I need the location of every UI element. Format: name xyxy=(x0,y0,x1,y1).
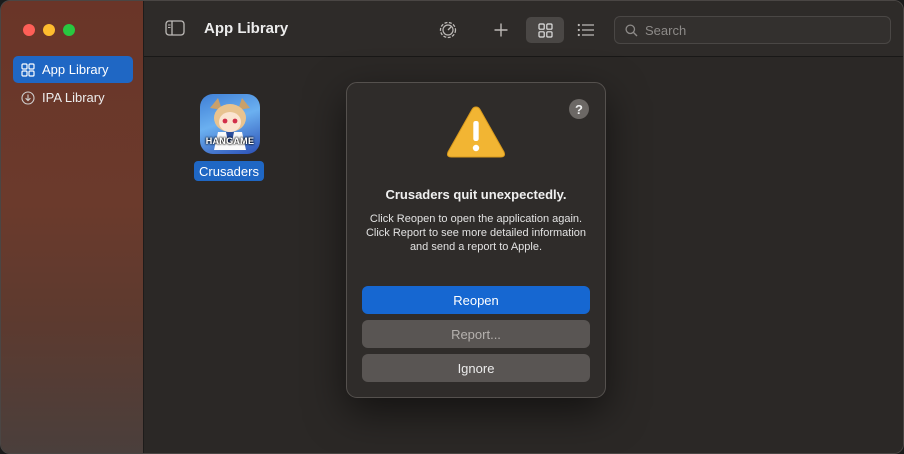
grid-icon xyxy=(21,62,35,77)
download-circle-icon xyxy=(21,90,35,105)
grid-view-button[interactable] xyxy=(526,17,564,43)
sidebar-item-label: IPA Library xyxy=(42,90,105,105)
page-title: App Library xyxy=(204,20,289,37)
dialog-message: Click Reopen to open the application aga… xyxy=(365,213,587,253)
app-icon-crusaders[interactable]: HANGAME xyxy=(200,94,260,154)
reopen-button[interactable]: Reopen xyxy=(362,286,590,314)
add-button[interactable] xyxy=(482,17,520,43)
app-window: App Library IPA Library App Library Sear… xyxy=(0,0,904,454)
ignore-button[interactable]: Ignore xyxy=(362,354,590,382)
window-controls xyxy=(23,24,75,36)
close-window-button[interactable] xyxy=(23,24,35,36)
search-input[interactable]: Search xyxy=(614,16,891,44)
sidebar-item-ipa-library[interactable]: IPA Library xyxy=(13,84,133,111)
list-view-button[interactable] xyxy=(567,17,605,43)
plus-icon xyxy=(494,23,508,37)
grid-icon xyxy=(537,22,553,38)
search-icon xyxy=(625,23,638,36)
sidebar: App Library IPA Library xyxy=(1,1,144,453)
sidebar-item-app-library[interactable]: App Library xyxy=(13,56,133,83)
list-icon xyxy=(577,23,594,37)
toolbar: App Library Search xyxy=(144,1,903,57)
minimize-window-button[interactable] xyxy=(43,24,55,36)
report-button[interactable]: Report... xyxy=(362,320,590,348)
sidebar-toggle-icon[interactable] xyxy=(165,20,185,36)
app-name-label[interactable]: Crusaders xyxy=(194,161,264,181)
dialog-title: Crusaders quit unexpectedly. xyxy=(385,187,567,202)
crash-report-dialog: ? Crusaders quit unexpectedly. Click Reo… xyxy=(346,82,606,398)
zoom-window-button[interactable] xyxy=(63,24,75,36)
gear-icon xyxy=(439,21,457,39)
search-placeholder: Search xyxy=(645,22,687,38)
settings-button[interactable] xyxy=(429,17,467,43)
help-button[interactable]: ? xyxy=(569,99,589,119)
app-icon-text: HANGAME xyxy=(205,136,255,146)
sidebar-item-label: App Library xyxy=(42,62,109,77)
warning-icon xyxy=(446,106,506,158)
